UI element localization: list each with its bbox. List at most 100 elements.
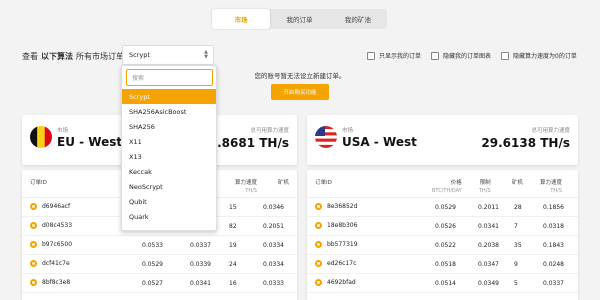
checkbox-hide-chart[interactable]: 隐藏我的订单图表 — [431, 51, 491, 60]
market-label: 市场 — [57, 128, 69, 134]
algorithm-option[interactable]: SHA256 — [122, 119, 216, 134]
col-limit-unit: TH/S — [479, 188, 491, 194]
miners-cell: 19 — [229, 242, 237, 249]
col-price-unit: BTC/TH/DAY — [432, 188, 462, 194]
tab-my-orders[interactable]: 我的订单 — [270, 9, 328, 29]
col-speed: 算力速度 TH/S — [235, 178, 257, 194]
order-id-cell: 4692bfad — [315, 279, 356, 286]
order-id: 4692bfad — [327, 279, 356, 286]
eu-flag-icon — [30, 126, 52, 148]
speed-cell: 0.0346 — [263, 204, 284, 211]
coin-icon — [315, 241, 322, 248]
table-row[interactable]: 4692bfad 0.0514 0.0349 5 0.0337 — [307, 274, 578, 293]
filter-middle: 以下算法 — [41, 52, 73, 61]
col-price-label: 价格 — [450, 180, 462, 186]
checkbox-box[interactable] — [367, 51, 375, 60]
speed-cell: 0.0334 — [263, 261, 284, 268]
market-label: 市场 — [342, 128, 354, 134]
algorithm-option[interactable]: X13 — [122, 149, 216, 164]
col-speed-label: 算力速度 — [234, 180, 257, 186]
speed-cell: 0.0248 — [543, 261, 564, 268]
price-cell: 0.0527 — [142, 280, 163, 287]
price-cell: 0.0526 — [435, 223, 456, 230]
algorithm-select-value: Scrypt — [129, 51, 150, 59]
tab-market[interactable]: 市场 — [212, 9, 271, 29]
miners-cell: 15 — [229, 204, 237, 211]
chevron-updown-icon: ▲ ▼ — [204, 49, 208, 60]
miners-cell: 16 — [229, 280, 237, 287]
table-row[interactable]: 8bf8c3e8 0.0527 0.0341 16 0.0333 — [22, 274, 297, 293]
limit-cell: 0.2038 — [478, 242, 499, 249]
checkbox-box[interactable] — [431, 51, 440, 60]
tab-my-pools[interactable]: 我的矿池 — [329, 9, 387, 29]
miners-cell: 9 — [514, 261, 518, 268]
miners-cell: 5 — [514, 280, 518, 287]
order-id: d6946acf — [42, 203, 71, 210]
algorithm-option[interactable]: X11 — [122, 134, 216, 149]
speed-cell: 0.0337 — [543, 280, 564, 287]
filter-prefix: 查看 — [22, 52, 38, 61]
table-row[interactable]: dcf41c7e 0.0529 0.0339 24 0.0334 — [22, 255, 297, 274]
algorithm-option[interactable]: Scrypt — [122, 89, 216, 104]
account-notice: 您的账号暂无法设立新建订单。 — [254, 72, 346, 80]
checkbox-only-mine[interactable]: 只显示我的订单 — [367, 51, 421, 60]
table-row[interactable]: ed26c17c 0.0518 0.0347 9 0.0248 — [307, 255, 578, 274]
table-row[interactable]: bb577319 0.0522 0.2038 35 0.1843 — [307, 236, 578, 255]
coin-icon — [315, 279, 322, 286]
algorithm-option[interactable]: Quark — [122, 209, 216, 224]
checkbox-box[interactable] — [501, 51, 510, 60]
coin-icon — [30, 222, 37, 229]
miners-cell: 35 — [514, 242, 522, 249]
order-id-cell: 8bf8c3e8 — [30, 279, 70, 286]
order-id-cell: ed26c17c — [315, 260, 356, 267]
algorithm-dropdown: 搜索 Scrypt SHA256AsicBoost SHA256 X11 X13 Kecc… — [121, 65, 217, 231]
algorithm-select[interactable]: Scrypt ▲ ▼ — [122, 45, 214, 65]
algorithm-option[interactable]: Keccak — [122, 164, 216, 179]
limit-cell: 0.0337 — [190, 242, 211, 249]
speed-cell: 0.0333 — [263, 280, 284, 287]
speed-cell: 0.0334 — [263, 242, 284, 249]
orders-table-usa: 订单ID 价格 BTC/TH/DAY 限制 TH/S 矿机 算力速度 TH/S … — [307, 170, 578, 300]
algorithm-option[interactable]: NeoScrypt — [122, 179, 216, 194]
enable-purchase-button[interactable]: 开启购买功能 — [271, 84, 329, 100]
col-limit: 限制 TH/S — [479, 178, 491, 194]
limit-cell: 0.0341 — [478, 223, 499, 230]
miners-cell: 28 — [514, 204, 522, 211]
coin-icon — [30, 279, 37, 286]
table-row[interactable]: 18e8b306 0.0526 0.0341 7 0.0318 — [307, 217, 578, 236]
order-id-cell: d6946acf — [30, 203, 70, 210]
col-miners: 矿机 — [512, 180, 524, 186]
checkbox-label: 隐藏算力速度为0的订单 — [513, 53, 577, 60]
us-flag-icon — [315, 126, 337, 148]
price-cell: 0.0514 — [435, 280, 456, 287]
checkbox-label: 只显示我的订单 — [379, 53, 422, 60]
price-cell: 0.0529 — [142, 261, 163, 268]
order-id: 18e8b306 — [327, 222, 358, 229]
speed-cell: 0.1856 — [543, 204, 564, 211]
total-speed-label: 总可用算力速度 — [250, 128, 289, 134]
order-id-cell: 18e8b306 — [315, 222, 357, 229]
col-miners: 矿机 — [277, 180, 289, 186]
table-row[interactable]: b97c6500 0.0533 0.0337 19 0.0334 — [22, 236, 297, 255]
limit-cell: 0.2011 — [478, 204, 499, 211]
price-cell: 0.0518 — [435, 261, 456, 268]
col-speed-label: 算力速度 — [540, 180, 563, 186]
algorithm-options: Scrypt SHA256AsicBoost SHA256 X11 X13 Keccak N… — [122, 89, 216, 224]
col-order-id: 订单ID — [315, 180, 332, 186]
col-speed: 算力速度 TH/S — [540, 178, 562, 194]
algorithm-option[interactable]: Qubit — [122, 194, 216, 209]
col-price: 价格 BTC/TH/DAY — [432, 178, 462, 194]
col-speed-unit: TH/S — [245, 188, 257, 194]
algorithm-option[interactable]: SHA256AsicBoost — [122, 104, 216, 119]
coin-icon — [30, 260, 37, 267]
table-row[interactable]: 8e36852d 0.0529 0.2011 28 0.1856 — [307, 198, 578, 217]
checkbox-hide-zero[interactable]: 隐藏算力速度为0的订单 — [501, 51, 577, 60]
algorithm-search-input[interactable]: 搜索 — [126, 69, 213, 86]
coin-icon — [315, 222, 322, 229]
checkbox-label: 隐藏我的订单图表 — [443, 53, 492, 60]
miners-cell: 7 — [514, 223, 518, 230]
order-id: b97c6500 — [42, 241, 73, 248]
filter-suffix: 所有市场订单 — [76, 52, 124, 61]
coin-icon — [30, 241, 37, 248]
market-name: USA - West — [342, 135, 417, 149]
